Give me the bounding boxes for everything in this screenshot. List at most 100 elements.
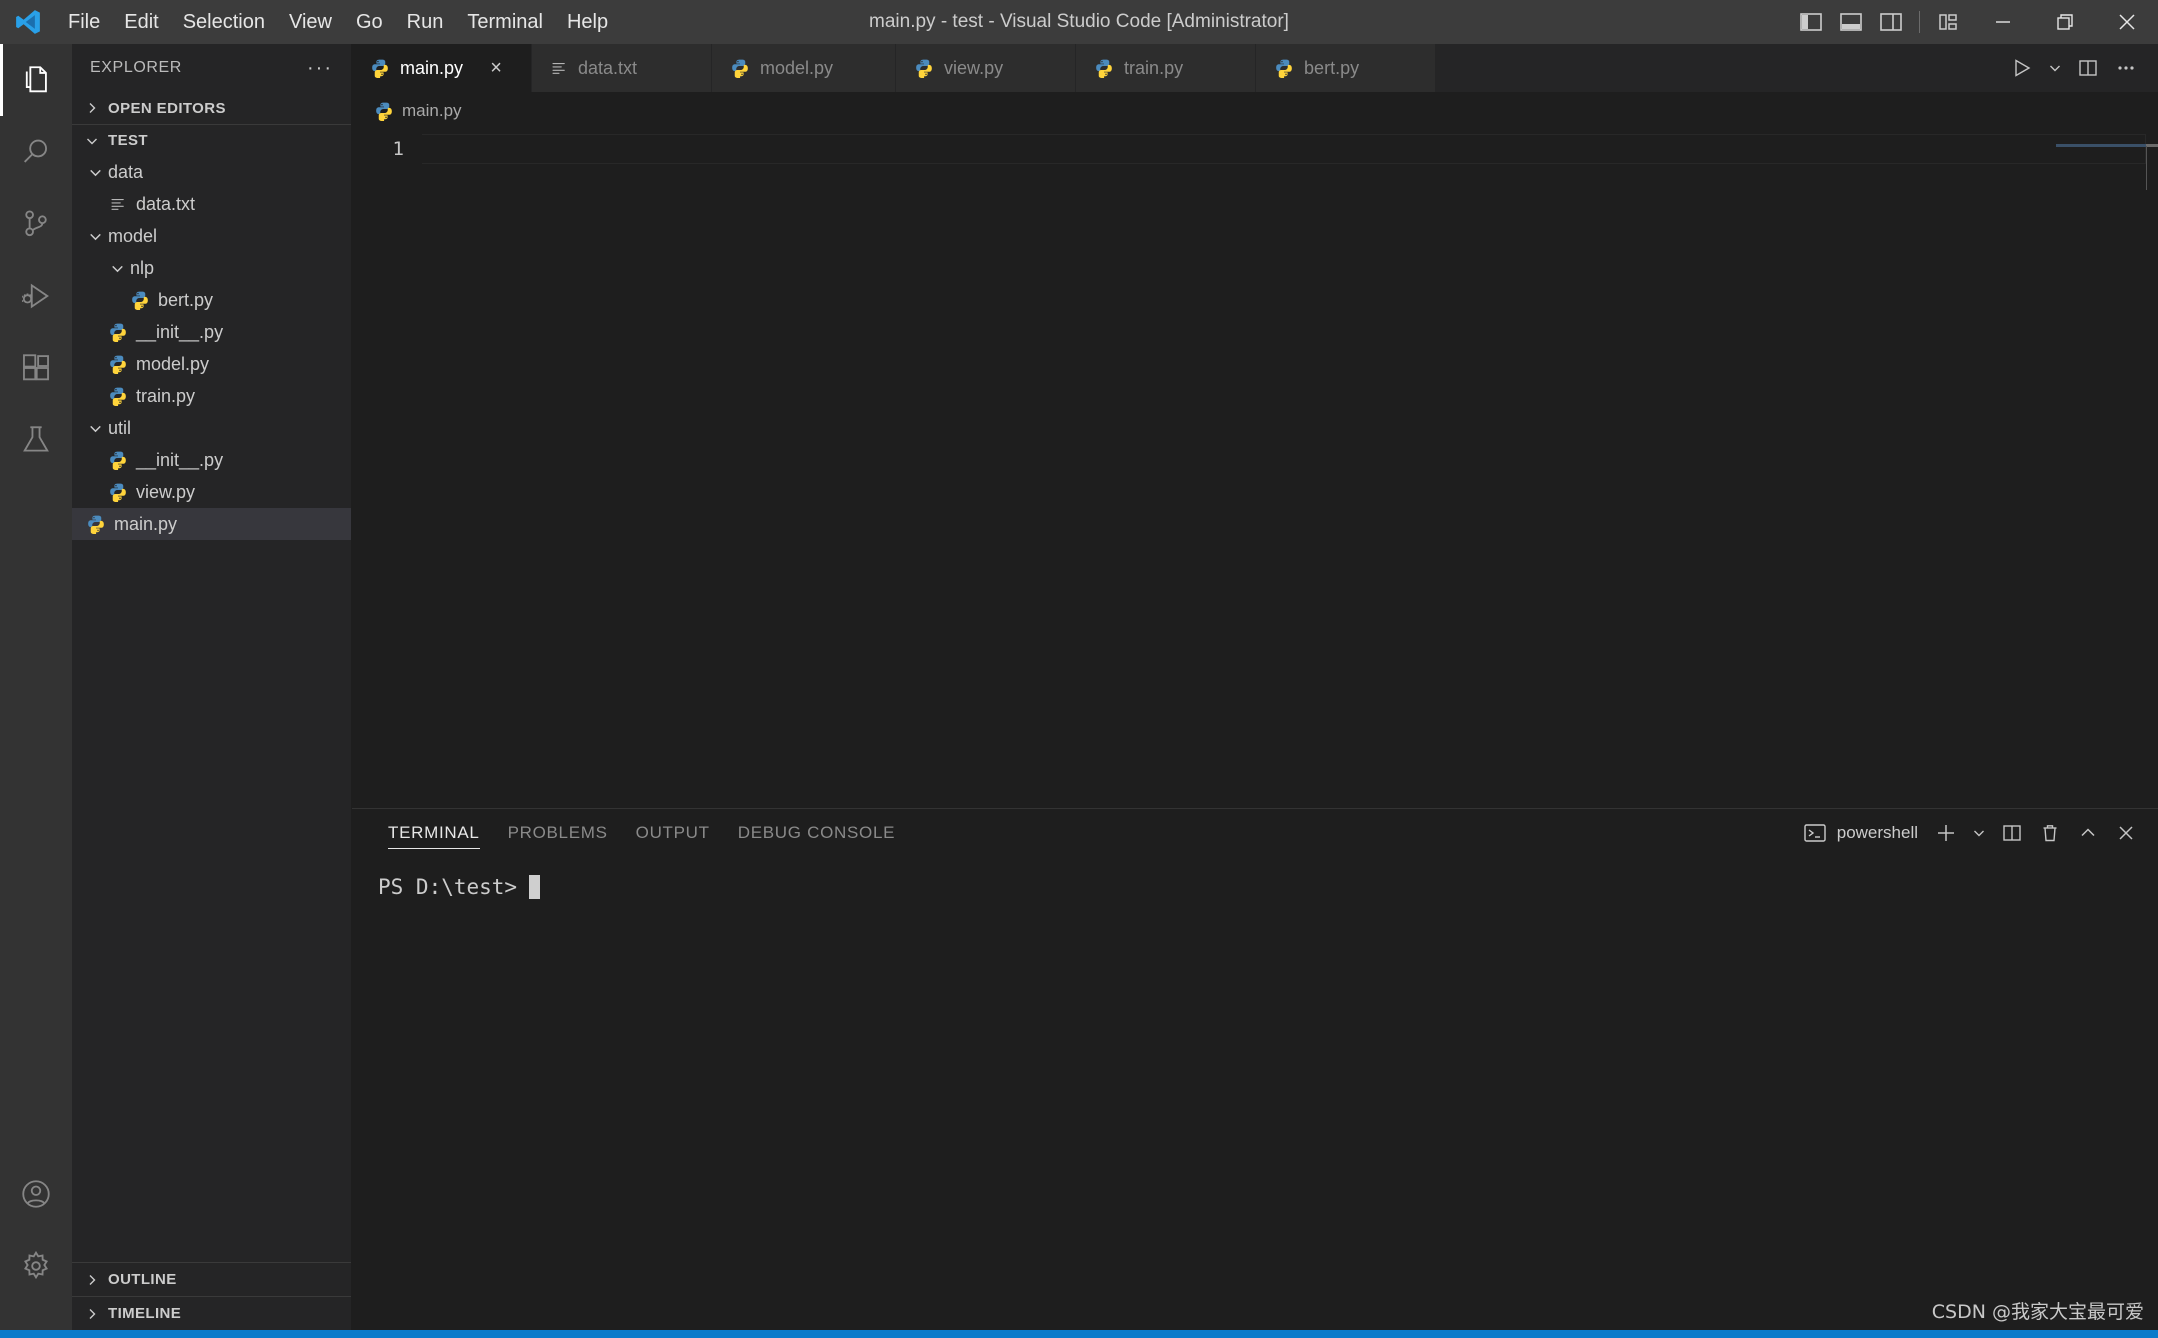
tree-item-util[interactable]: util bbox=[72, 412, 351, 444]
toggle-secondary-sidebar-button[interactable] bbox=[1871, 2, 1911, 42]
section-outline[interactable]: OUTLINE bbox=[72, 1262, 351, 1296]
tree-item-label: __init__.py bbox=[136, 451, 223, 469]
terminal-profile-label: powershell bbox=[1837, 823, 1918, 843]
activitybar-item-run-and-debug[interactable] bbox=[0, 260, 72, 332]
terminal-icon bbox=[1803, 822, 1827, 844]
activity-bar bbox=[0, 44, 72, 1330]
minimize-button[interactable] bbox=[1972, 0, 2034, 44]
chevron-right-icon bbox=[80, 100, 104, 116]
tree-item-init-py[interactable]: __init__.py bbox=[72, 444, 351, 476]
split-terminal-button[interactable] bbox=[1994, 814, 2030, 852]
code-editor[interactable]: 1 bbox=[352, 130, 2158, 808]
menu-edit[interactable]: Edit bbox=[112, 6, 170, 38]
close-panel-button[interactable] bbox=[2108, 814, 2144, 852]
editor-tab-label: bert.py bbox=[1304, 58, 1359, 79]
menu-bar: File Edit Selection View Go Run Terminal… bbox=[56, 6, 620, 38]
terminal-body[interactable]: PS D:\test> bbox=[352, 857, 2158, 1330]
maximize-button[interactable] bbox=[2034, 0, 2096, 44]
python-file-icon bbox=[126, 290, 154, 310]
terminal-cursor bbox=[529, 875, 540, 899]
activitybar-item-search[interactable] bbox=[0, 116, 72, 188]
tree-item-bert-py[interactable]: bert.py bbox=[72, 284, 351, 316]
python-file-icon bbox=[104, 354, 132, 374]
new-terminal-button[interactable] bbox=[1928, 814, 1964, 852]
explorer-more-actions-button[interactable]: ··· bbox=[301, 57, 339, 80]
line-number: 1 bbox=[352, 134, 404, 164]
run-python-file-button[interactable] bbox=[2004, 48, 2040, 88]
tree-item-data-txt[interactable]: data.txt bbox=[72, 188, 351, 220]
menu-file[interactable]: File bbox=[56, 6, 112, 38]
editor-actions bbox=[2004, 44, 2158, 92]
line-number-gutter: 1 bbox=[352, 130, 422, 808]
menu-selection[interactable]: Selection bbox=[171, 6, 277, 38]
toggle-primary-sidebar-button[interactable] bbox=[1791, 2, 1831, 42]
tree-item-main-py[interactable]: main.py bbox=[72, 508, 351, 540]
editor-scrollbar[interactable] bbox=[2146, 144, 2158, 147]
close-icon[interactable]: × bbox=[485, 57, 507, 80]
section-open-editors[interactable]: OPEN EDITORS bbox=[72, 92, 351, 124]
tree-item-data[interactable]: data bbox=[72, 156, 351, 188]
tree-item-train-py[interactable]: train.py bbox=[72, 380, 351, 412]
tree-item-init-py[interactable]: __init__.py bbox=[72, 316, 351, 348]
editor-tab-data-txt[interactable]: data.txt× bbox=[532, 44, 712, 92]
kill-terminal-button[interactable] bbox=[2032, 814, 2068, 852]
vscode-logo-icon bbox=[0, 7, 56, 37]
terminal-prompt-line: PS D:\test> bbox=[378, 875, 2158, 899]
text-file-icon bbox=[550, 59, 568, 77]
titlebar-divider bbox=[1919, 11, 1920, 33]
menu-go[interactable]: Go bbox=[344, 6, 395, 38]
chevron-down-icon bbox=[82, 228, 108, 245]
sidebar-title: EXPLORER bbox=[90, 59, 182, 77]
panel-tab-debug-console[interactable]: DEBUG CONSOLE bbox=[724, 809, 909, 857]
tree-item-model[interactable]: model bbox=[72, 220, 351, 252]
close-button[interactable] bbox=[2096, 0, 2158, 44]
editor-tab-label: train.py bbox=[1124, 58, 1183, 79]
more-editor-actions-button[interactable] bbox=[2108, 48, 2144, 88]
python-file-icon bbox=[374, 101, 394, 121]
tree-item-label: bert.py bbox=[158, 291, 213, 309]
minimap-edge bbox=[2146, 146, 2147, 190]
code-content-area[interactable] bbox=[422, 130, 2158, 808]
tree-item-nlp[interactable]: nlp bbox=[72, 252, 351, 284]
activitybar-item-accounts[interactable] bbox=[0, 1158, 72, 1230]
editor-tab-model-py[interactable]: model.py× bbox=[712, 44, 896, 92]
menu-terminal[interactable]: Terminal bbox=[455, 6, 555, 38]
customize-layout-button[interactable] bbox=[1928, 2, 1968, 42]
terminal-profile-dropdown[interactable] bbox=[1966, 814, 1992, 852]
editor-tab-view-py[interactable]: view.py× bbox=[896, 44, 1076, 92]
maximize-panel-button[interactable] bbox=[2070, 814, 2106, 852]
menu-view[interactable]: View bbox=[277, 6, 344, 38]
python-file-icon bbox=[104, 482, 132, 502]
editor-tab-bert-py[interactable]: bert.py× bbox=[1256, 44, 1436, 92]
explorer-sidebar: EXPLORER ··· OPEN EDITORS TEST datadata.… bbox=[72, 44, 352, 1330]
editor-tab-train-py[interactable]: train.py× bbox=[1076, 44, 1256, 92]
activitybar-item-settings[interactable] bbox=[0, 1230, 72, 1302]
section-timeline[interactable]: TIMELINE bbox=[72, 1296, 351, 1330]
activitybar-item-source-control[interactable] bbox=[0, 188, 72, 260]
minimap-slider[interactable] bbox=[2056, 144, 2146, 147]
tree-item-view-py[interactable]: view.py bbox=[72, 476, 351, 508]
panel-tab-output[interactable]: OUTPUT bbox=[622, 809, 724, 857]
python-file-icon bbox=[370, 58, 390, 78]
activitybar-item-explorer[interactable] bbox=[0, 44, 72, 116]
current-line-highlight bbox=[422, 134, 2146, 164]
menu-run[interactable]: Run bbox=[395, 6, 456, 38]
editor-tab-main-py[interactable]: main.py× bbox=[352, 44, 532, 92]
status-bar[interactable] bbox=[0, 1330, 2158, 1338]
breadcrumb-file-label[interactable]: main.py bbox=[402, 101, 462, 121]
sidebar-empty-space bbox=[72, 540, 351, 1262]
section-workspace-test[interactable]: TEST bbox=[72, 124, 351, 156]
tree-item-label: __init__.py bbox=[136, 323, 223, 341]
vscode-window: File Edit Selection View Go Run Terminal… bbox=[0, 0, 2158, 1338]
terminal-profile[interactable]: powershell bbox=[1803, 822, 1926, 844]
menu-help[interactable]: Help bbox=[555, 6, 620, 38]
panel-tab-problems[interactable]: PROBLEMS bbox=[494, 809, 622, 857]
activitybar-item-testing[interactable] bbox=[0, 404, 72, 476]
activitybar-item-extensions[interactable] bbox=[0, 332, 72, 404]
panel-tab-bar: TERMINAL PROBLEMS OUTPUT DEBUG CONSOLE bbox=[352, 809, 2158, 857]
panel-tab-terminal[interactable]: TERMINAL bbox=[374, 809, 494, 857]
tree-item-model-py[interactable]: model.py bbox=[72, 348, 351, 380]
split-editor-right-button[interactable] bbox=[2070, 48, 2106, 88]
toggle-panel-button[interactable] bbox=[1831, 2, 1871, 42]
run-options-dropdown[interactable] bbox=[2042, 48, 2068, 88]
